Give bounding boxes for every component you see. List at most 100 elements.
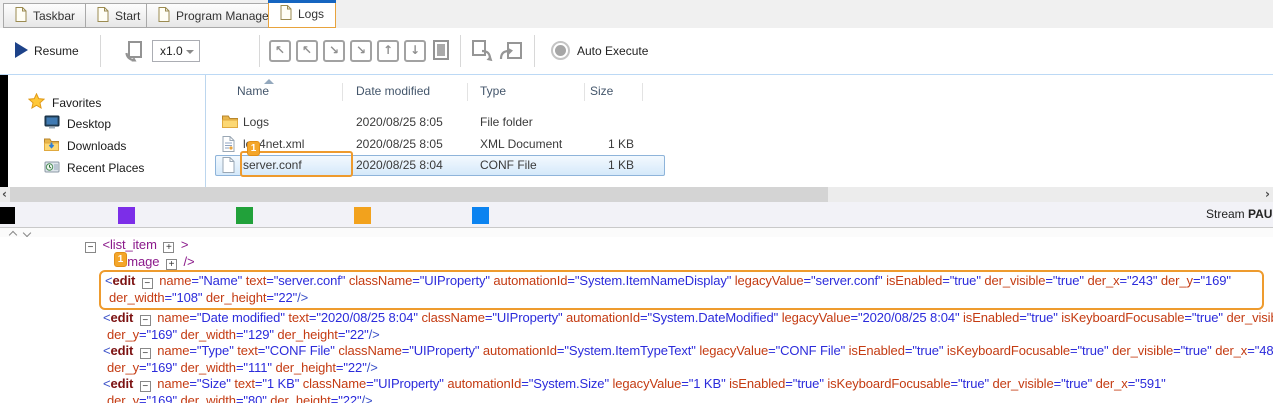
xml-attribute-name: name bbox=[157, 310, 189, 325]
splitter[interactable] bbox=[0, 227, 1273, 237]
xml-attribute-value: ="true" bbox=[1070, 343, 1109, 358]
collapse-icon[interactable]: − bbox=[140, 315, 151, 326]
collapse-icon[interactable]: − bbox=[85, 242, 96, 253]
collapse-up-icon[interactable] bbox=[10, 230, 17, 237]
stream-label: Stream bbox=[1206, 207, 1245, 221]
xml-attribute-name: automationId bbox=[447, 376, 521, 391]
expand-down-icon[interactable] bbox=[24, 230, 31, 237]
xml-attribute-name: automationId bbox=[493, 273, 567, 288]
timeline-marker-3[interactable] bbox=[354, 207, 371, 224]
tab-label: Program Manager bbox=[176, 9, 273, 23]
xml-attribute-value: ="System.DateModified" bbox=[640, 310, 778, 325]
xml-node-edit-continued[interactable]: der_width="108" der_height="22"/> bbox=[109, 290, 1260, 307]
xml-attribute-value: ="22" bbox=[331, 393, 362, 403]
xml-attribute-name: text bbox=[288, 310, 309, 325]
file-row-log4net-xml[interactable]: log4net.xml2020/08/25 8:05XML Document1 … bbox=[215, 134, 1273, 155]
scroll-left-icon[interactable]: ‹ bbox=[2, 187, 7, 202]
column-header-name[interactable]: Name bbox=[237, 84, 269, 98]
column-header-size[interactable]: Size bbox=[590, 84, 613, 98]
radio-dot-icon bbox=[555, 45, 566, 56]
import-doc-icon[interactable] bbox=[499, 39, 524, 69]
zoom-select[interactable]: x1.0 bbox=[152, 40, 200, 62]
tab-program-manager[interactable]: Program Manager bbox=[146, 3, 285, 28]
sidebar-item-desktop[interactable]: Desktop bbox=[44, 115, 111, 132]
scrollbar-thumb[interactable] bbox=[10, 187, 828, 202]
move-up-icon[interactable]: ↑ bbox=[377, 40, 399, 62]
collapse-icon[interactable]: − bbox=[140, 348, 151, 359]
jump-prev-icon[interactable]: ↖ bbox=[296, 40, 318, 62]
xml-node-edit[interactable]: <edit − name="Size" text="1 KB" classNam… bbox=[103, 376, 1273, 393]
xml-attribute-name: der_visible bbox=[1226, 310, 1273, 325]
page-icon bbox=[158, 7, 170, 25]
xml-attribute-name: der_y bbox=[107, 393, 139, 403]
export-doc-icon[interactable] bbox=[470, 39, 495, 69]
column-header-type[interactable]: Type bbox=[480, 84, 506, 98]
xml-node-edit[interactable]: <edit − name="Date modified" text="2020/… bbox=[103, 310, 1273, 327]
column-header-date-modified[interactable]: Date modified bbox=[356, 84, 430, 98]
xml-node-list_item[interactable]: − <list_item + > bbox=[82, 237, 1273, 254]
xml-tag-name: edit bbox=[111, 376, 134, 391]
tab-logs[interactable]: Logs bbox=[268, 0, 336, 28]
toolbar-separator bbox=[100, 35, 101, 67]
xml-attribute-value: ="true" bbox=[905, 343, 944, 358]
sidebar-item-downloads[interactable]: Downloads bbox=[44, 137, 126, 155]
timeline-marker-2[interactable] bbox=[236, 207, 253, 224]
xml-node-edit[interactable]: <edit − name="Name" text="server.conf" c… bbox=[105, 273, 1260, 290]
tab-start[interactable]: Start bbox=[85, 3, 152, 28]
sidebar-item-recent-places[interactable]: Recent Places bbox=[44, 159, 144, 176]
collapse-icon[interactable]: − bbox=[142, 278, 153, 289]
auto-execute-toggle[interactable] bbox=[551, 41, 570, 60]
file-row-logs[interactable]: Logs2020/08/25 8:05File folder bbox=[215, 112, 1273, 133]
expand-icon[interactable]: + bbox=[163, 242, 174, 253]
scroll-right-icon[interactable]: › bbox=[1265, 187, 1270, 202]
expand-icon[interactable]: + bbox=[166, 259, 177, 270]
xml-node-edit-continued[interactable]: der_y="169" der_width="129" der_height="… bbox=[107, 327, 1273, 344]
xml-node-edit-continued[interactable]: der_y="169" der_width="111" der_height="… bbox=[107, 360, 1273, 377]
tab-taskbar[interactable]: Taskbar bbox=[3, 3, 87, 28]
xml-attribute-value: ="UIProperty" bbox=[366, 376, 444, 391]
horizontal-scrollbar[interactable]: ‹ › bbox=[0, 187, 1273, 202]
xml-attribute-name: der_y bbox=[107, 360, 139, 375]
xml-attribute-value: ="1 KB" bbox=[681, 376, 725, 391]
xml-attribute-name: der_height bbox=[275, 360, 335, 375]
toolbar-separator bbox=[534, 35, 535, 67]
file-row-server-conf[interactable]: server.conf2020/08/25 8:04CONF File1 KB bbox=[215, 155, 1273, 176]
sidebar-item-label: Downloads bbox=[67, 139, 126, 153]
xml-selfclose-bracket: /> bbox=[367, 360, 378, 375]
resume-play-icon[interactable] bbox=[15, 42, 28, 58]
xml-attribute-name: name bbox=[159, 273, 191, 288]
xml-selfclose-bracket: /> bbox=[369, 327, 380, 342]
file-size: 1 KB bbox=[584, 158, 634, 172]
app-window: TaskbarStart Program ManagerLogs Resume x… bbox=[0, 0, 1273, 403]
timeline-marker-1[interactable] bbox=[118, 207, 135, 224]
sidebar-item-favorites[interactable]: Favorites bbox=[28, 93, 101, 112]
active-tab-accent bbox=[268, 0, 336, 3]
timeline-marker-4[interactable] bbox=[472, 207, 489, 224]
jump-prev-cursor-icon[interactable]: ↖ bbox=[269, 40, 291, 62]
capture-refresh-icon[interactable] bbox=[122, 39, 146, 68]
collapse-icon[interactable]: − bbox=[140, 381, 151, 392]
xml-node-edit-continued[interactable]: der_y="169" der_width="80" der_height="2… bbox=[107, 393, 1273, 403]
jump-next-alt-icon[interactable]: ↘ bbox=[350, 40, 372, 62]
column-separator bbox=[642, 83, 643, 101]
timeline-marker-0[interactable] bbox=[0, 207, 15, 224]
xml-attribute-value: ="22" bbox=[336, 360, 367, 375]
xml-attribute-name: isKeyboardFocusable bbox=[827, 376, 950, 391]
move-down-icon[interactable]: ↓ bbox=[404, 40, 426, 62]
xml-attribute-value: ="true" bbox=[1173, 343, 1212, 358]
resume-button[interactable]: Resume bbox=[34, 44, 79, 58]
xml-attribute-value: ="111" bbox=[236, 360, 272, 375]
sidebar-item-label: Recent Places bbox=[67, 161, 144, 175]
jump-next-icon[interactable]: ↘ bbox=[323, 40, 345, 62]
stream-status-value: PAUS bbox=[1248, 207, 1273, 221]
xml-attribute-value: ="2020/08/25 8:04" bbox=[850, 310, 959, 325]
xml-node-image[interactable]: <image + />1 bbox=[117, 254, 1273, 271]
xml-attribute-value: ="CONF File" bbox=[258, 343, 335, 358]
xml-node-edit[interactable]: <edit − name="Type" text="CONF File" cla… bbox=[103, 343, 1273, 360]
file-type: CONF File bbox=[480, 158, 537, 172]
xml-attribute-name: der_x bbox=[1215, 343, 1247, 358]
pane-separator[interactable] bbox=[205, 75, 206, 187]
sidebar-item-label: Favorites bbox=[52, 96, 101, 110]
pages-icon[interactable] bbox=[430, 39, 452, 67]
star-icon bbox=[28, 93, 45, 112]
